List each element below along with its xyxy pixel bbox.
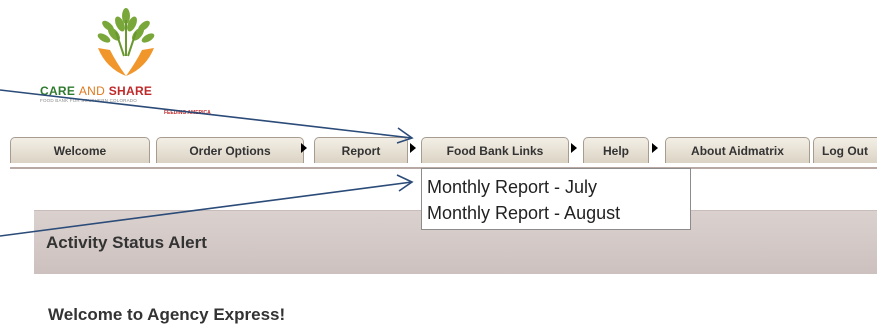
tab-welcome-label: Welcome xyxy=(53,143,107,158)
tab-report-label: Report xyxy=(341,143,381,158)
menu-item-monthly-report-august[interactable]: Monthly Report - August xyxy=(422,200,690,226)
logo-and-text: AND xyxy=(78,84,106,98)
help-submenu-arrow-icon[interactable] xyxy=(652,143,658,153)
tab-log-out-label: Log Out xyxy=(822,143,868,158)
tab-help[interactable]: Help xyxy=(583,137,649,163)
tab-help-label: Help xyxy=(602,143,629,158)
logo-share-text: SHARE xyxy=(108,84,153,98)
logo-care-text: CARE xyxy=(40,84,76,98)
annotation-arrowhead-to-dropdown xyxy=(396,174,414,192)
order-options-submenu-arrow-icon[interactable] xyxy=(301,143,307,153)
welcome-heading: Welcome to Agency Express! xyxy=(48,305,286,324)
tab-report[interactable]: Report xyxy=(314,137,408,163)
menu-item-monthly-report-july[interactable]: Monthly Report - July xyxy=(422,174,690,200)
activity-status-alert-title: Activity Status Alert xyxy=(46,233,207,252)
tab-log-out[interactable]: Log Out xyxy=(813,137,877,163)
tab-order-options-label: Order Options xyxy=(189,143,271,158)
feeding-america-logo: FEEDING AMERICA xyxy=(164,110,211,116)
logo-wordmark: CARE AND SHARE xyxy=(40,84,152,98)
tab-about-aidmatrix[interactable]: About Aidmatrix xyxy=(665,137,810,163)
food-bank-links-submenu-arrow-icon[interactable] xyxy=(571,143,577,153)
logo: CARE AND SHARE FOOD BANK FOR SOUTHERN CO… xyxy=(36,6,226,124)
tab-about-aidmatrix-label: About Aidmatrix xyxy=(691,143,784,158)
report-submenu-arrow-icon[interactable] xyxy=(410,143,416,153)
tab-welcome[interactable]: Welcome xyxy=(10,137,150,163)
food-bank-links-dropdown: Monthly Report - July Monthly Report - A… xyxy=(421,168,691,230)
main-nav: Welcome Order Options Report Food Bank L… xyxy=(10,135,877,169)
tab-food-bank-links[interactable]: Food Bank Links xyxy=(421,137,569,163)
tab-food-bank-links-label: Food Bank Links xyxy=(446,143,544,158)
tab-order-options[interactable]: Order Options xyxy=(156,137,304,163)
wheat-hands-logo-icon xyxy=(97,8,155,76)
logo-tagline: FOOD BANK FOR SOUTHERN COLORADO xyxy=(40,98,137,103)
